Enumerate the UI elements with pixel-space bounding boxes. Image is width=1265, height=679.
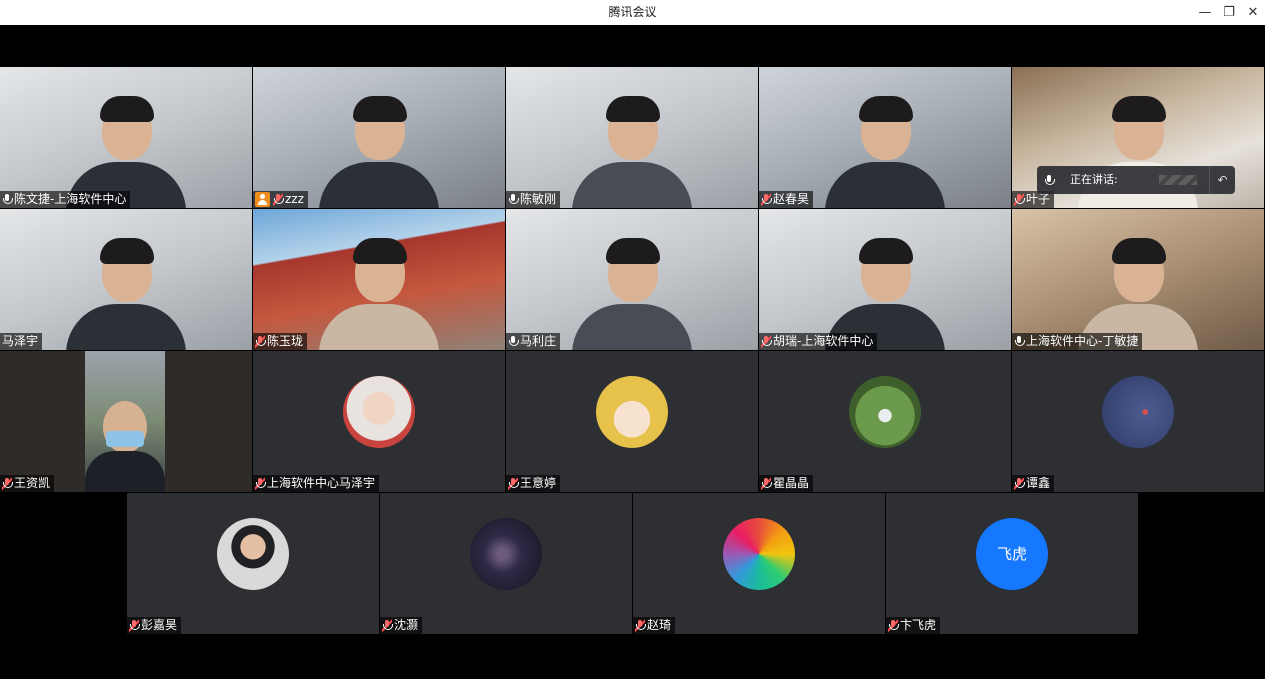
participant-nameplate: 陈玉珑 [253,333,308,350]
participant-nameplate: 王资凯 [0,475,55,492]
participant-nameplate: 马泽宇 [0,333,43,350]
participant-nameplate: 王意婷 [506,475,561,492]
participant-tile[interactable]: 上海软件中心马泽宇 [253,351,505,492]
participant-video [319,232,439,350]
mic-icon [508,335,519,348]
anime-girl-icon [596,376,668,448]
mic-muted-icon [635,619,646,632]
participant-name: 王意婷 [520,476,557,490]
title-bar: 腾讯会议 — ❐ ✕ [0,0,1265,25]
participant-video [66,232,186,350]
color-wheel-icon [723,518,795,590]
participant-tile[interactable]: 胡瑞-上海软件中心 [759,209,1011,350]
mic-muted-icon [508,477,519,490]
mic-muted-icon [129,619,140,632]
baby-photo-icon [343,376,415,448]
speaking-indicator: 正在讲话: ↶ [1037,166,1235,194]
participant-tile[interactable]: 赵春昊 [759,67,1011,208]
text-avatar: 飞虎 [976,518,1048,590]
participant-nameplate: 赵琦 [633,617,676,634]
participant-name: 赵春昊 [773,192,810,206]
city-night-icon [470,518,542,590]
participant-tile[interactable]: 王意婷 [506,351,758,492]
participant-name: 卞飞虎 [900,618,937,632]
participant-nameplate: 沈灏 [380,617,423,634]
participant-name: 上海软件中心马泽宇 [267,476,376,490]
participant-nameplate: 赵春昊 [759,191,814,208]
participant-tile[interactable]: zzz [253,67,505,208]
night-sky-icon [1102,376,1174,448]
man-portrait-icon [217,518,289,590]
participant-video [572,90,692,208]
participant-nameplate: 陈敏刚 [506,191,561,208]
mic-icon [1014,335,1025,348]
participant-name: 陈玉珑 [267,334,304,348]
participant-name: 谭鑫 [1026,476,1051,490]
close-button[interactable]: ✕ [1241,0,1265,25]
participant-tile[interactable]: 马利庄 [506,209,758,350]
mic-muted-icon [1014,477,1025,490]
host-icon [255,192,270,207]
participant-nameplate: 谭鑫 [1012,475,1055,492]
participant-tile[interactable]: 赵琦 [633,493,885,634]
mic-muted-icon [2,477,13,490]
participant-tile[interactable]: 王资凯 [0,351,252,492]
participant-nameplate: zzz [253,191,308,208]
participant-tile[interactable]: 瞿晶晶 [759,351,1011,492]
participant-tile[interactable]: 谭鑫 [1012,351,1264,492]
mic-muted-icon [1014,193,1025,206]
participant-tile[interactable]: 马泽宇 [0,209,252,350]
participant-nameplate: 陈文捷-上海软件中心 [0,191,131,208]
participant-name: 彭嘉昊 [141,618,178,632]
mic-muted-icon [761,477,772,490]
restore-button[interactable]: ❐ [1217,0,1241,25]
mic-muted-icon [255,477,266,490]
mic-muted-icon [761,193,772,206]
participant-tile[interactable]: 陈玉珑 [253,209,505,350]
speaking-label: 正在讲话: [1070,173,1118,186]
participant-tile[interactable]: 陈文捷-上海软件中心 [0,67,252,208]
participant-nameplate: 卞飞虎 [886,617,941,634]
mic-icon [2,193,13,206]
participant-name: 马利庄 [520,334,557,348]
participant-name: 瞿晶晶 [773,476,810,490]
participant-nameplate: 胡瑞-上海软件中心 [759,333,878,350]
participant-video [85,351,165,492]
participant-name: 陈文捷-上海软件中心 [14,192,127,206]
participant-video [572,232,692,350]
mic-muted-icon [273,193,284,206]
participant-tile[interactable]: 沈灏 [380,493,632,634]
participant-tile[interactable]: 上海软件中心-丁敏捷 [1012,209,1264,350]
participant-nameplate: 上海软件中心-丁敏捷 [1012,333,1143,350]
participant-video [319,90,439,208]
participant-name: 赵琦 [647,618,672,632]
participant-tile[interactable]: 彭嘉昊 [127,493,379,634]
participant-name: 沈灏 [394,618,419,632]
mic-muted-icon [761,335,772,348]
mic-muted-icon [888,619,899,632]
participant-tile[interactable]: 陈敏刚 [506,67,758,208]
mic-muted-icon [255,335,266,348]
participant-name: 王资凯 [14,476,51,490]
fountain-photo-icon [849,376,921,448]
participant-name: 马泽宇 [2,334,39,348]
mic-muted-icon [382,619,393,632]
mic-icon [1044,174,1055,187]
participant-name: 上海软件中心-丁敏捷 [1026,334,1139,348]
minimize-button[interactable]: — [1193,0,1217,25]
participant-nameplate: 上海软件中心马泽宇 [253,475,380,492]
mic-icon [508,193,519,206]
participant-name: 胡瑞-上海软件中心 [773,334,874,348]
window-title: 腾讯会议 [608,5,657,19]
participant-tile[interactable]: 飞虎 卞飞虎 [886,493,1138,634]
participant-nameplate: 彭嘉昊 [127,617,182,634]
participant-nameplate: 瞿晶晶 [759,475,814,492]
participant-video [825,90,945,208]
speaker-name-placeholder [1159,175,1197,185]
participant-name: 陈敏刚 [520,192,557,206]
participant-nameplate: 马利庄 [506,333,561,350]
participant-name: zzz [285,192,304,206]
collapse-button[interactable]: ↶ [1209,166,1235,194]
participant-grid: 陈文捷-上海软件中心 zzz 陈敏刚 赵春昊 叶子 马泽宇 陈玉珑 马利庄 胡瑞… [0,25,1265,679]
